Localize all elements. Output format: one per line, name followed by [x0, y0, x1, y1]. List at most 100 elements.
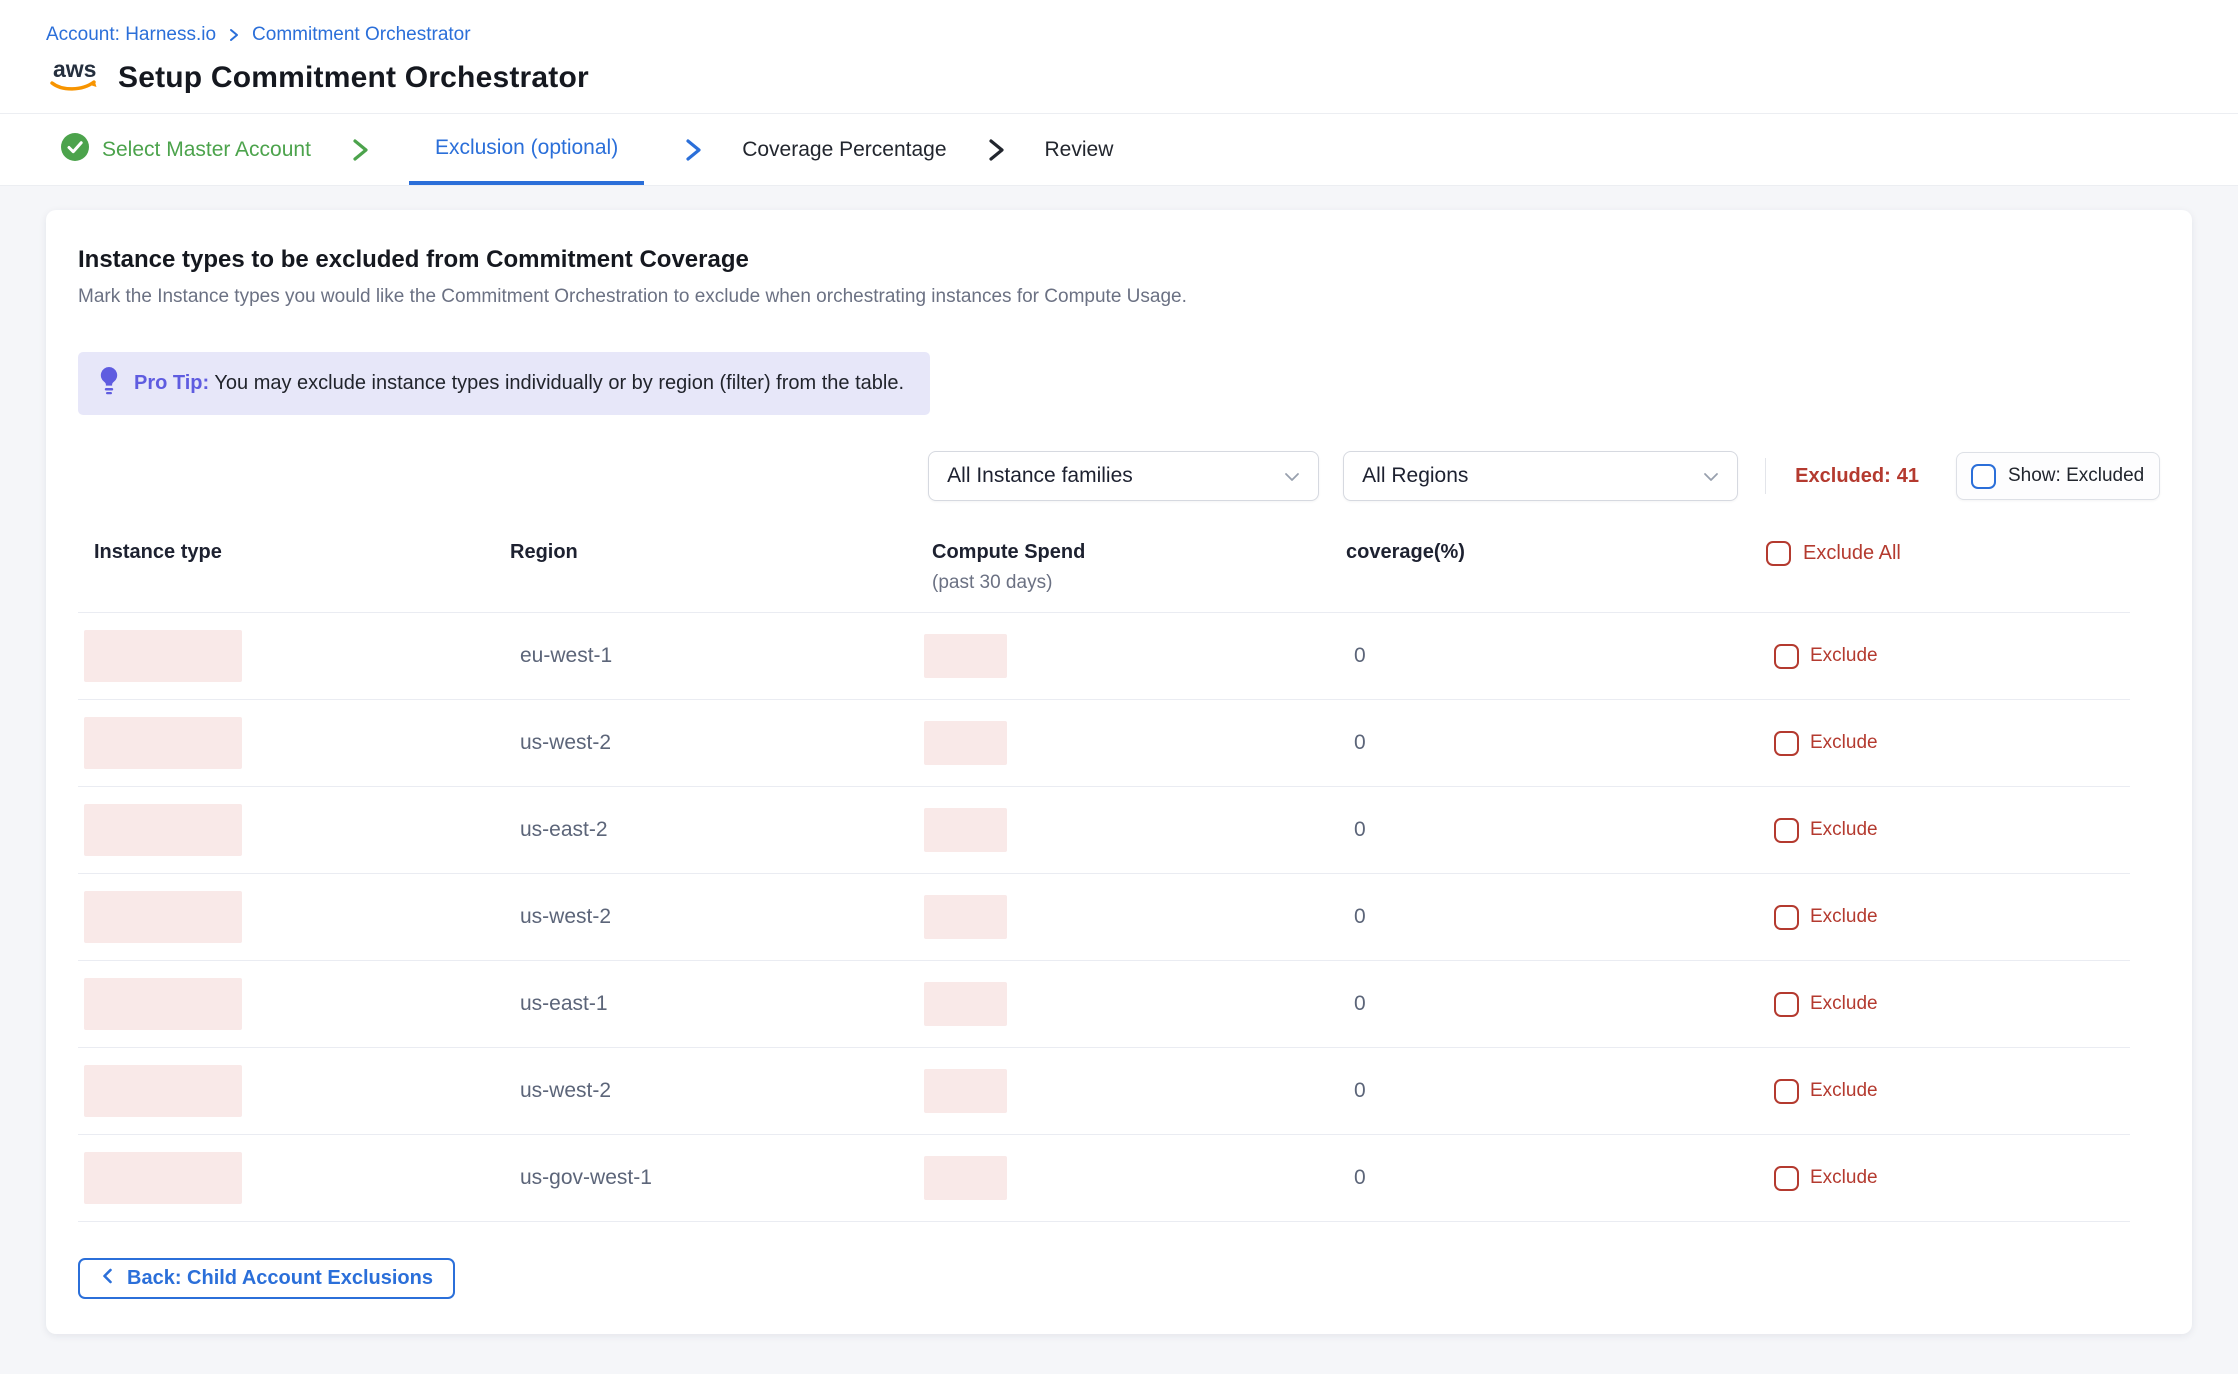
exclude-checkbox[interactable] [1774, 818, 1799, 843]
compute-spend-redacted [924, 808, 1007, 852]
coverage-cell: 0 [1346, 731, 1766, 755]
excluded-count-value: 41 [1897, 465, 1919, 488]
show-excluded-checkbox[interactable] [1971, 464, 1996, 489]
step-completed-check-icon [60, 132, 90, 168]
exclude-checkbox[interactable] [1774, 905, 1799, 930]
exclude-control[interactable]: Exclude [1766, 1166, 2130, 1191]
header-coverage: coverage(%) [1346, 541, 1766, 564]
region-cell: us-west-2 [510, 905, 924, 929]
step-review[interactable]: Review [1045, 114, 1114, 185]
header-compute-spend: Compute Spend (past 30 days) [924, 541, 1346, 594]
exclusion-card: Instance types to be excluded from Commi… [46, 210, 2192, 1334]
step-coverage-percentage[interactable]: Coverage Percentage [742, 114, 946, 185]
exclude-control[interactable]: Exclude [1766, 1079, 2130, 1104]
coverage-cell: 0 [1346, 992, 1766, 1016]
wizard-stepper: Select Master Account Exclusion (optiona… [0, 113, 2238, 186]
header-compute-spend-main: Compute Spend [932, 541, 1346, 564]
aws-logo: aws [46, 54, 104, 101]
table-row: us-west-2 0 Exclude [78, 874, 2130, 961]
compute-spend-redacted [924, 982, 1007, 1026]
exclude-checkbox[interactable] [1774, 1166, 1799, 1191]
exclude-label: Exclude [1810, 732, 1878, 754]
instance-type-redacted [84, 630, 242, 682]
breadcrumb-page-link[interactable]: Commitment Orchestrator [252, 24, 471, 46]
coverage-cell: 0 [1346, 1166, 1766, 1190]
region-cell: us-west-2 [510, 1079, 924, 1103]
exclude-checkbox[interactable] [1774, 992, 1799, 1017]
table-row: us-gov-west-1 0 Exclude [78, 1135, 2130, 1222]
compute-spend-redacted [924, 895, 1007, 939]
coverage-cell: 0 [1346, 905, 1766, 929]
step-label: Review [1045, 138, 1114, 162]
coverage-cell: 0 [1346, 818, 1766, 842]
chevron-down-icon [1284, 464, 1300, 488]
exclude-checkbox[interactable] [1774, 731, 1799, 756]
exclude-label: Exclude [1810, 906, 1878, 928]
exclude-checkbox[interactable] [1774, 1079, 1799, 1104]
exclude-control[interactable]: Exclude [1766, 905, 2130, 930]
header-region: Region [510, 541, 924, 564]
exclude-label: Exclude [1810, 993, 1878, 1015]
instance-type-redacted [84, 804, 242, 856]
step-exclusion-optional[interactable]: Exclusion (optional) [409, 114, 644, 185]
exclude-control[interactable]: Exclude [1766, 992, 2130, 1017]
region-cell: eu-west-1 [510, 644, 924, 668]
region-cell: us-east-2 [510, 818, 924, 842]
pro-tip-label: Pro Tip: [134, 372, 209, 394]
instance-type-redacted [84, 1065, 242, 1117]
header-instance-type: Instance type [78, 541, 510, 564]
exclude-label: Exclude [1810, 1167, 1878, 1189]
filter-row: All Instance families All Regions Exclud… [78, 451, 2160, 501]
filter-divider [1765, 458, 1766, 494]
step-select-master-account[interactable]: Select Master Account [60, 114, 311, 185]
breadcrumb-account-link[interactable]: Account: Harness.io [46, 24, 216, 46]
bulb-icon [98, 365, 120, 402]
compute-spend-redacted [924, 634, 1007, 678]
compute-spend-redacted [924, 721, 1007, 765]
back-button[interactable]: Back: Child Account Exclusions [78, 1258, 455, 1299]
region-cell: us-east-1 [510, 992, 924, 1016]
regions-dropdown[interactable]: All Regions [1343, 451, 1738, 501]
header-compute-spend-sub: (past 30 days) [932, 572, 1346, 594]
table-row: us-east-1 0 Exclude [78, 961, 2130, 1048]
exclusion-table: Instance type Region Compute Spend (past… [78, 541, 2160, 1222]
title-row: aws Setup Commitment Orchestrator [46, 54, 2238, 113]
show-excluded-label: Show: Excluded [2008, 465, 2144, 487]
exclude-checkbox[interactable] [1774, 644, 1799, 669]
regions-value: All Regions [1362, 464, 1468, 488]
page-title: Setup Commitment Orchestrator [118, 61, 589, 95]
coverage-cell: 0 [1346, 1079, 1766, 1103]
show-excluded-toggle[interactable]: Show: Excluded [1956, 452, 2160, 500]
instance-type-redacted [84, 1152, 242, 1204]
card-subtitle: Mark the Instance types you would like t… [78, 286, 2160, 308]
exclude-all-checkbox[interactable] [1766, 541, 1791, 566]
table-row: us-east-2 0 Exclude [78, 787, 2130, 874]
step-label: Coverage Percentage [742, 138, 946, 162]
table-row: us-west-2 0 Exclude [78, 1048, 2130, 1135]
excluded-count-label: Excluded: [1795, 465, 1891, 488]
card-title: Instance types to be excluded from Commi… [78, 246, 2160, 274]
step-label: Exclusion (optional) [435, 136, 618, 160]
chevron-left-icon [100, 1267, 116, 1291]
top-header: Account: Harness.io Commitment Orchestra… [0, 0, 2238, 113]
excluded-count: Excluded: 41 [1795, 465, 1919, 488]
step-chevron-icon-blue [682, 137, 704, 163]
pro-tip-banner: Pro Tip: You may exclude instance types … [78, 352, 930, 415]
coverage-cell: 0 [1346, 644, 1766, 668]
step-label: Select Master Account [102, 138, 311, 162]
exclude-all-control[interactable]: Exclude All [1766, 541, 2130, 566]
exclude-label: Exclude [1810, 1080, 1878, 1102]
pro-tip-body: You may exclude instance types individua… [214, 372, 904, 394]
table-row: us-west-2 0 Exclude [78, 700, 2130, 787]
exclude-control[interactable]: Exclude [1766, 731, 2130, 756]
breadcrumb-chevron-icon [228, 27, 240, 43]
pro-tip-text: Pro Tip: You may exclude instance types … [134, 372, 904, 395]
instance-type-redacted [84, 717, 242, 769]
chevron-down-icon [1703, 464, 1719, 488]
exclude-control[interactable]: Exclude [1766, 818, 2130, 843]
instance-families-dropdown[interactable]: All Instance families [928, 451, 1319, 501]
exclude-control[interactable]: Exclude [1766, 644, 2130, 669]
exclude-all-label: Exclude All [1803, 542, 1901, 565]
exclude-label: Exclude [1810, 819, 1878, 841]
instance-type-redacted [84, 891, 242, 943]
